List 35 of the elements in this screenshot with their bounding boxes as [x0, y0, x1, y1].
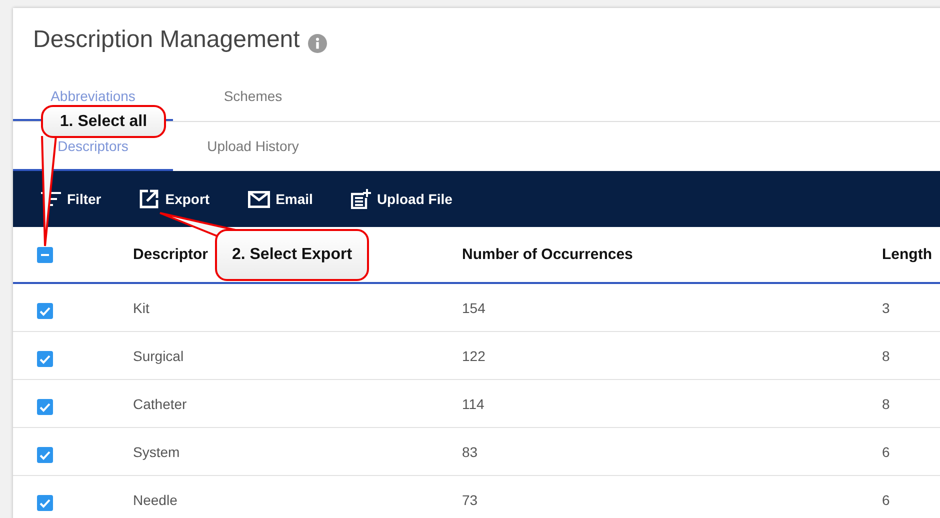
info-icon[interactable] [308, 34, 327, 52]
instruction-tooltip: 1. Select all [41, 105, 166, 138]
table-cell: 8 [882, 380, 940, 428]
add-document-icon [350, 189, 371, 209]
checkbox[interactable] [37, 351, 53, 367]
table-cell: 3 [882, 283, 940, 332]
table-cell: 6 [882, 476, 940, 518]
table-cell: 83 [462, 428, 882, 476]
toolbar-button[interactable]: Email [248, 190, 313, 208]
table-cell: 114 [462, 380, 882, 428]
table-cell: System [133, 428, 462, 476]
column-header: Length [882, 227, 940, 283]
table-cell: 122 [462, 332, 882, 380]
email-icon [248, 190, 270, 208]
table-cell: Catheter [133, 380, 462, 428]
table-cell: 73 [462, 476, 882, 518]
checkbox[interactable] [37, 246, 53, 262]
table-cell: Surgical [133, 332, 462, 380]
toolbar-button[interactable]: Export [139, 189, 210, 209]
export-icon [139, 189, 160, 209]
table-cell: Needle [133, 476, 462, 518]
instruction-tooltip: 2. Select Export [215, 229, 369, 281]
tab[interactable]: Upload History [173, 122, 333, 171]
page-title: Description Management [33, 26, 300, 54]
table-cell: 8 [882, 332, 940, 380]
tab[interactable]: Schemes [173, 72, 333, 121]
checkbox[interactable] [37, 447, 53, 463]
checkbox[interactable] [37, 399, 53, 415]
table-cell: 6 [882, 428, 940, 476]
table-cell: 154 [462, 283, 882, 332]
table-cell: Kit [133, 283, 462, 332]
checkbox[interactable] [37, 495, 53, 511]
column-header: Number of Occurrences [462, 227, 882, 283]
checkbox[interactable] [37, 303, 53, 319]
toolbar-button[interactable]: Upload File [350, 189, 452, 209]
